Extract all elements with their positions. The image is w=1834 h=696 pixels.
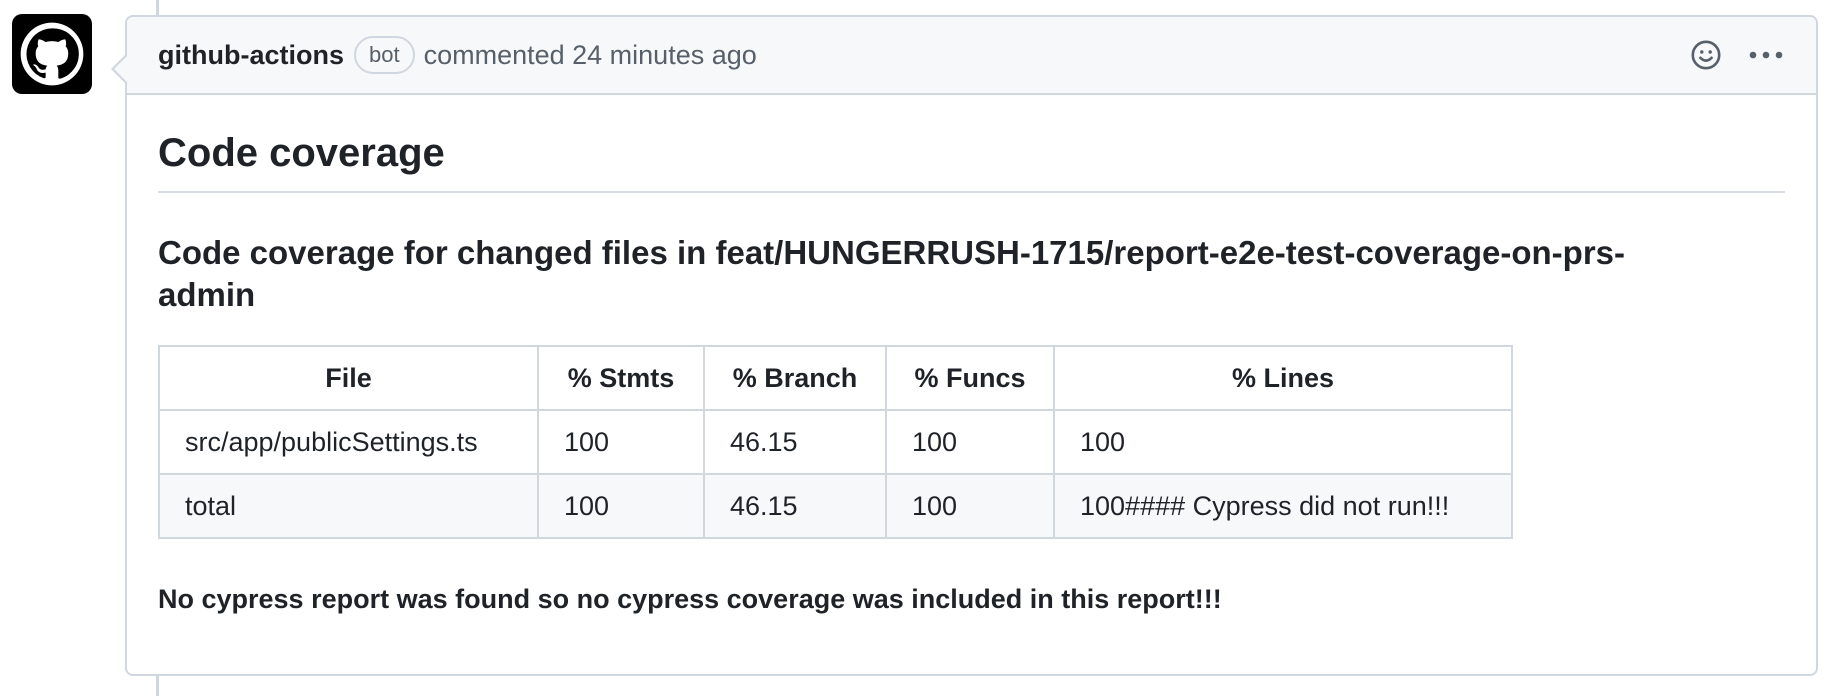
cell-stmts: 100: [537, 473, 705, 539]
comment-menu-button[interactable]: [1748, 37, 1784, 73]
cell-file: src/app/publicSettings.ts: [158, 409, 539, 475]
cell-lines: 100: [1053, 409, 1513, 475]
comment-header: github-actions bot commented 24 minutes …: [127, 17, 1816, 95]
coverage-heading: Code coverage: [158, 95, 1785, 193]
kebab-horizontal-icon: [1749, 51, 1783, 59]
author-link[interactable]: github-actions: [158, 40, 344, 71]
comment-body: Code coverage Code coverage for changed …: [127, 95, 1816, 615]
comment-timestamp[interactable]: commented 24 minutes ago: [424, 40, 757, 71]
bot-badge: bot: [353, 36, 415, 74]
coverage-table: File % Stmts % Branch % Funcs % Lines sr…: [158, 345, 1513, 539]
add-reaction-button[interactable]: [1688, 37, 1724, 73]
cell-funcs: 100: [885, 409, 1055, 475]
column-header-lines: % Lines: [1053, 345, 1513, 411]
table-row: total 100 46.15 100 100#### Cypress did …: [158, 473, 1513, 539]
cell-lines: 100#### Cypress did not run!!!: [1053, 473, 1513, 539]
cell-branch: 46.15: [703, 473, 887, 539]
cell-funcs: 100: [885, 473, 1055, 539]
github-octocat-icon: [20, 22, 84, 86]
column-header-branch: % Branch: [703, 345, 887, 411]
smiley-icon: [1691, 40, 1721, 70]
table-row: src/app/publicSettings.ts 100 46.15 100 …: [158, 409, 1513, 475]
cell-branch: 46.15: [703, 409, 887, 475]
column-header-stmts: % Stmts: [537, 345, 705, 411]
table-header-row: File % Stmts % Branch % Funcs % Lines: [158, 345, 1513, 411]
column-header-file: File: [158, 345, 539, 411]
cypress-note: No cypress report was found so no cypres…: [158, 584, 1222, 614]
comment-caret-fill: [114, 55, 128, 83]
coverage-subheading: Code coverage for changed files in feat/…: [158, 234, 1626, 313]
cell-file: total: [158, 473, 539, 539]
avatar[interactable]: [12, 14, 92, 94]
column-header-funcs: % Funcs: [885, 345, 1055, 411]
cell-stmts: 100: [537, 409, 705, 475]
comment-box: github-actions bot commented 24 minutes …: [111, 15, 1818, 676]
